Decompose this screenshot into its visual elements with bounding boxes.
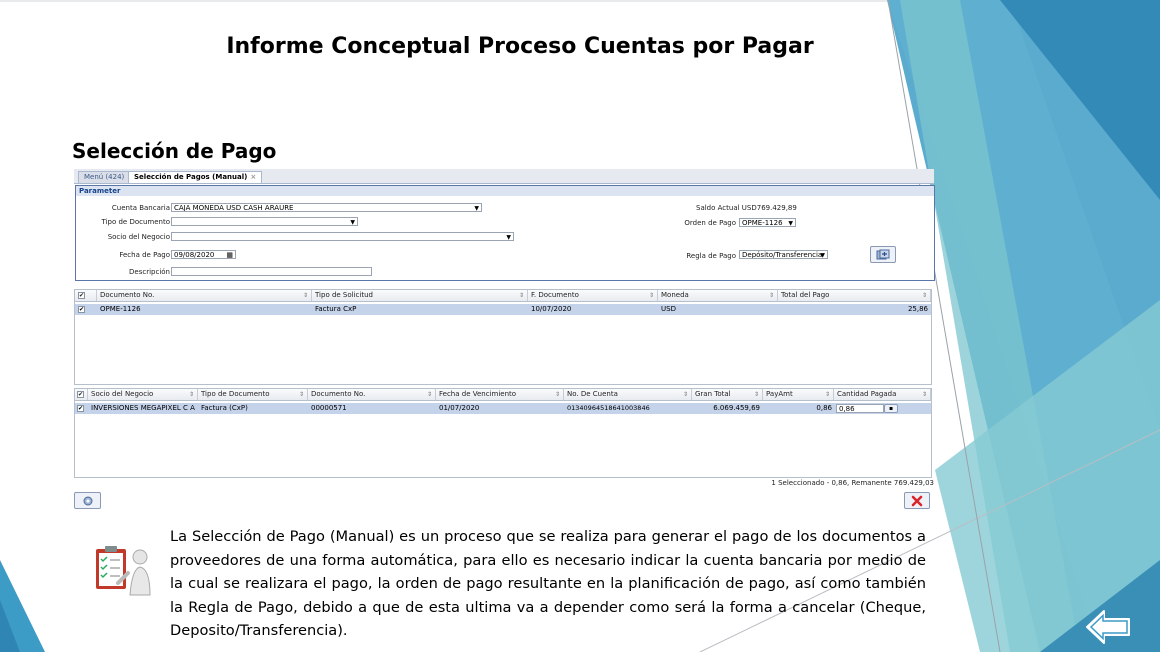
description-paragraph: La Selección de Pago (Manual) es un proc… bbox=[170, 528, 926, 639]
socio-negocio-label: Socio del Negocio bbox=[107, 233, 170, 241]
cantidad-pagada-cell: 0,86 ▪ bbox=[834, 403, 931, 414]
regla-pago-select[interactable]: Depósito/Transferencia ▼ bbox=[739, 250, 828, 259]
cuenta-bancaria-select[interactable]: CAJA MONEDA USD CASH ARAURE ▼ bbox=[171, 203, 482, 212]
cell-moneda: USD bbox=[661, 305, 676, 313]
column-header[interactable]: Fecha de Vencimiento ⇕ bbox=[436, 389, 564, 400]
calendar-icon[interactable]: ▦ bbox=[226, 251, 233, 258]
chevron-down-icon: ▼ bbox=[506, 234, 511, 241]
cell-tipo: Factura CxP bbox=[315, 305, 357, 313]
tipo-documento-label: Tipo de Documento bbox=[101, 218, 170, 226]
settings-button[interactable] bbox=[74, 492, 101, 509]
app-window: Menú (424) Selección de Pagos (Manual) × … bbox=[74, 169, 935, 514]
cell-documento: OPME-1126 bbox=[100, 305, 141, 313]
select-all-checkbox[interactable]: ✔ bbox=[75, 290, 97, 301]
orden-pago-select[interactable]: OPME-1126 ▼ bbox=[739, 218, 796, 227]
tab-seleccion-pagos[interactable]: Selección de Pagos (Manual) × bbox=[128, 171, 263, 183]
row-checkbox[interactable]: ✔ bbox=[75, 403, 88, 414]
orders-grid: ✔ Documento No. ⇕ Tipo de Solicitud ⇕ F. D… bbox=[74, 289, 932, 385]
descripcion-input[interactable] bbox=[171, 267, 372, 276]
slide-title: Informe Conceptual Proceso Cuentas por P… bbox=[226, 34, 814, 59]
calculator-icon: ▪ bbox=[888, 405, 894, 412]
cuenta-bancaria-label: Cuenta Bancaria bbox=[111, 204, 170, 212]
column-header[interactable]: PayAmt ⇕ bbox=[763, 389, 834, 400]
cell-fecha: 10/07/2020 bbox=[531, 305, 572, 313]
chevron-down-icon: ▼ bbox=[820, 252, 825, 259]
column-header[interactable]: Documento No. ⇕ bbox=[97, 290, 312, 301]
column-header[interactable]: Socio del Negocio ⇕ bbox=[88, 389, 198, 400]
parameter-header: Parameter bbox=[76, 186, 934, 196]
delete-button[interactable] bbox=[904, 492, 930, 509]
cell-vencimiento: 01/07/2020 bbox=[439, 404, 480, 412]
column-header[interactable]: Gran Total ⇕ bbox=[692, 389, 763, 400]
orders-grid-header: ✔ Documento No. ⇕ Tipo de Solicitud ⇕ F. D… bbox=[75, 290, 931, 302]
back-arrow-icon[interactable] bbox=[1084, 607, 1132, 647]
orden-pago-label: Orden de Pago bbox=[684, 219, 736, 227]
cell-tipo: Factura (CxP) bbox=[201, 404, 248, 412]
table-row[interactable]: ✔ OPME-1126 Factura CxP 10/07/2020 USD 2… bbox=[75, 304, 931, 315]
column-header[interactable]: Cantidad Pagada ⇕ bbox=[834, 389, 931, 400]
column-header[interactable]: Tipo de Documento ⇕ bbox=[198, 389, 308, 400]
cell-payamt: 0,86 bbox=[816, 404, 832, 412]
selection-status: 1 Seleccionado - 0,86, Remanente 769.429… bbox=[771, 479, 934, 487]
column-header[interactable]: Tipo de Solicitud ⇕ bbox=[312, 290, 528, 301]
tipo-documento-select[interactable]: ▼ bbox=[171, 217, 358, 226]
row-checkbox[interactable]: ✔ bbox=[75, 304, 97, 315]
parameter-panel: Parameter Cuenta Bancaria CAJA MONEDA US… bbox=[75, 185, 935, 281]
column-header[interactable]: Moneda ⇕ bbox=[658, 290, 778, 301]
saldo-actual: Saldo Actual USD769.429,89 bbox=[696, 204, 797, 212]
regla-pago-label: Regla de Pago bbox=[686, 252, 736, 260]
cell-documento: 00000571 bbox=[311, 404, 347, 412]
tab-menu[interactable]: Menú (424) bbox=[78, 171, 131, 183]
cell-total: 25,86 bbox=[907, 305, 928, 313]
settings-icon bbox=[83, 496, 92, 505]
payments-grid-header: ✔ Socio del Negocio ⇕ Tipo de Documento ⇕ … bbox=[75, 389, 931, 401]
process-button[interactable] bbox=[870, 246, 896, 263]
process-icon bbox=[876, 249, 890, 259]
fecha-pago-input[interactable]: 09/08/2020 ▦ bbox=[171, 250, 236, 259]
chevron-down-icon: ▼ bbox=[474, 205, 479, 212]
calculator-button[interactable]: ▪ bbox=[884, 404, 898, 413]
table-row[interactable]: ✔ INVERSIONES MEGAPIXEL C A Factura (CxP… bbox=[75, 403, 931, 414]
payments-grid: ✔ Socio del Negocio ⇕ Tipo de Documento ⇕ … bbox=[74, 388, 932, 478]
cell-cuenta: 01340964518641003846 bbox=[567, 404, 650, 412]
cell-gran-total: 6.069.459,69 bbox=[713, 404, 760, 412]
clipboard-checklist-icon bbox=[96, 546, 151, 596]
column-header[interactable]: Documento No. ⇕ bbox=[308, 389, 436, 400]
select-all-checkbox[interactable]: ✔ bbox=[75, 389, 88, 400]
socio-negocio-select[interactable]: ▼ bbox=[171, 232, 514, 241]
cantidad-pagada-input[interactable]: 0,86 bbox=[836, 404, 884, 413]
chevron-down-icon: ▼ bbox=[788, 220, 793, 227]
column-header[interactable]: F. Documento ⇕ bbox=[528, 290, 658, 301]
tab-bar: Menú (424) Selección de Pagos (Manual) × bbox=[74, 169, 934, 184]
cell-socio: INVERSIONES MEGAPIXEL C A bbox=[91, 404, 195, 412]
chevron-down-icon: ▼ bbox=[350, 219, 355, 226]
delete-icon bbox=[911, 495, 923, 506]
column-header[interactable]: No. De Cuenta ⇕ bbox=[564, 389, 692, 400]
fecha-pago-label: Fecha de Pago bbox=[119, 251, 170, 259]
descripcion-label: Descripción bbox=[129, 268, 170, 276]
column-header[interactable]: Total del Pago ⇕ bbox=[778, 290, 931, 301]
section-title: Selección de Pago bbox=[72, 139, 277, 163]
tab-close-icon[interactable]: × bbox=[250, 173, 256, 181]
